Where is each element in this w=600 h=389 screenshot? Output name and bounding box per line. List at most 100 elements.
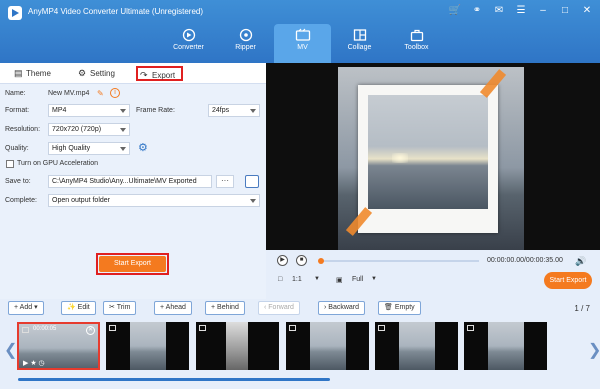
open-folder-icon[interactable] bbox=[245, 175, 259, 188]
tab-setting[interactable]: ⚙ Setting bbox=[76, 66, 115, 81]
quality-value: High Quality bbox=[52, 145, 91, 152]
nav-collage-label: Collage bbox=[347, 44, 372, 51]
menu-icon[interactable]: ☰ bbox=[514, 4, 528, 18]
frame-rate-select[interactable]: 24fps bbox=[208, 104, 260, 117]
settings-tabs: ▤ Theme ⚙ Setting ↷ Export bbox=[0, 63, 266, 84]
nav-toolbox-label: Toolbox bbox=[404, 44, 429, 51]
save-to-field[interactable]: C:\AnyMP4 Studio\Any...Ultimate\MV Expor… bbox=[48, 175, 212, 188]
converter-icon bbox=[182, 28, 195, 42]
add-button[interactable]: + Add ▾ bbox=[8, 301, 44, 315]
tab-export[interactable]: ↷ Export bbox=[136, 66, 184, 81]
clip-thumbnail[interactable] bbox=[196, 322, 279, 370]
player-start-export-button[interactable]: Start Export bbox=[544, 272, 592, 289]
sun-glare bbox=[392, 153, 408, 163]
name-value[interactable]: New MV.mp4 bbox=[48, 90, 89, 97]
image-icon bbox=[109, 325, 116, 331]
complete-select[interactable]: Open output folder bbox=[48, 194, 260, 207]
clip-image bbox=[130, 322, 166, 370]
scroll-left-icon[interactable]: ❮ bbox=[4, 340, 17, 360]
nav-toolbox[interactable]: Toolbox bbox=[388, 24, 445, 63]
save-to-value: C:\AnyMP4 Studio\Any...Ultimate\MV Expor… bbox=[52, 178, 197, 185]
nav-mv[interactable]: MV bbox=[274, 24, 331, 63]
complete-value: Open output folder bbox=[52, 197, 110, 204]
quality-select[interactable]: High Quality bbox=[48, 142, 130, 155]
app-logo-icon bbox=[8, 6, 22, 20]
trim-button[interactable]: ✂ Trim bbox=[103, 301, 137, 315]
filmstrip: ❮ 00:00:05 ✕ ▶ ★ ◷ ❯ bbox=[0, 318, 600, 389]
clip-actions[interactable]: ▶ ★ ◷ bbox=[23, 359, 45, 367]
chevron-down-icon[interactable]: ▼ bbox=[371, 276, 377, 282]
nav-converter[interactable]: Converter bbox=[160, 24, 217, 63]
resolution-select[interactable]: 720x720 (720p) bbox=[48, 123, 130, 136]
page-indicator: 1 / 7 bbox=[574, 304, 590, 313]
clip-image bbox=[310, 322, 346, 370]
start-export-button[interactable]: Start Export bbox=[99, 256, 166, 272]
save-to-label: Save to: bbox=[5, 178, 31, 185]
play-icon[interactable]: ▶ bbox=[277, 255, 288, 266]
frame-rate-value: 24fps bbox=[212, 107, 230, 114]
nav-ripper[interactable]: Ripper bbox=[217, 24, 274, 63]
behind-button[interactable]: + Behind bbox=[205, 301, 245, 315]
filmstrip-scrollbar[interactable] bbox=[18, 378, 330, 381]
aspect-icon: □ bbox=[278, 276, 283, 283]
browse-button[interactable]: ··· bbox=[216, 175, 234, 188]
title-bar: AnyMP4 Video Converter Ultimate (Unregis… bbox=[0, 0, 600, 63]
quality-settings-gear-icon[interactable]: ⚙ bbox=[138, 141, 148, 154]
stop-icon[interactable]: ■ bbox=[296, 255, 307, 266]
chat-icon[interactable]: ✉ bbox=[492, 4, 506, 18]
tab-export-label: Export bbox=[152, 71, 176, 80]
clip-thumbnail[interactable] bbox=[286, 322, 369, 370]
theme-icon: ▤ bbox=[14, 68, 23, 78]
close-icon[interactable]: ✕ bbox=[86, 326, 95, 335]
image-icon bbox=[289, 325, 296, 331]
clip-thumbnail[interactable]: 00:00:05 ✕ ▶ ★ ◷ bbox=[17, 322, 100, 370]
format-value: MP4 bbox=[52, 107, 67, 114]
image-icon bbox=[378, 325, 385, 331]
clip-thumbnail[interactable] bbox=[464, 322, 547, 370]
disc-icon bbox=[239, 28, 252, 42]
nav-collage[interactable]: Collage bbox=[331, 24, 388, 63]
edit-label: Edit bbox=[77, 304, 90, 311]
clip-duration: 00:00:05 bbox=[33, 326, 57, 332]
ahead-label: Ahead bbox=[165, 304, 186, 311]
tab-setting-label: Setting bbox=[90, 69, 115, 78]
ahead-button[interactable]: + Ahead bbox=[154, 301, 192, 315]
chevron-down-icon[interactable]: ▼ bbox=[314, 276, 320, 282]
progress-track[interactable] bbox=[319, 260, 479, 262]
edit-name-icon[interactable]: ✎ bbox=[97, 89, 104, 98]
info-icon[interactable]: i bbox=[110, 88, 120, 98]
gpu-checkbox[interactable] bbox=[6, 160, 14, 168]
export-settings-panel: ▤ Theme ⚙ Setting ↷ Export Name: New MV.… bbox=[0, 63, 266, 299]
empty-button[interactable]: 🗑 Empty bbox=[378, 301, 421, 315]
volume-icon[interactable]: 🔊 bbox=[575, 256, 586, 267]
close-icon[interactable]: ✕ bbox=[580, 4, 594, 18]
mv-icon bbox=[295, 28, 310, 41]
clip-thumbnail[interactable] bbox=[106, 322, 189, 370]
frame-rate-label: Frame Rate: bbox=[136, 107, 175, 114]
photo-frame bbox=[358, 85, 498, 233]
clip-thumbnail[interactable] bbox=[375, 322, 458, 370]
gpu-label: Turn on GPU Acceleration bbox=[17, 160, 99, 167]
minimize-icon[interactable]: – bbox=[536, 4, 550, 18]
quality-label: Quality: bbox=[5, 145, 29, 152]
backward-button[interactable]: › Backward bbox=[318, 301, 366, 315]
scroll-right-icon[interactable]: ❯ bbox=[588, 340, 600, 360]
nav-ripper-label: Ripper bbox=[235, 44, 256, 51]
aspect-ratio-value[interactable]: 1:1 bbox=[292, 276, 302, 283]
format-select[interactable]: MP4 bbox=[48, 104, 130, 117]
key-icon[interactable]: ⚭ bbox=[470, 4, 484, 18]
trim-label: Trim bbox=[116, 304, 131, 311]
video-preview bbox=[266, 63, 600, 250]
forward-button[interactable]: ‹ Forward bbox=[258, 301, 300, 315]
progress-handle[interactable] bbox=[318, 258, 324, 264]
zoom-value[interactable]: Full bbox=[352, 276, 363, 283]
setting-icon: ⚙ bbox=[78, 68, 87, 78]
name-label: Name: bbox=[5, 90, 26, 97]
cart-icon[interactable]: 🛒 bbox=[448, 4, 462, 18]
edit-button[interactable]: ✨ Edit bbox=[61, 301, 96, 315]
resolution-value: 720x720 (720p) bbox=[52, 126, 102, 133]
preview-image bbox=[338, 67, 524, 250]
tab-theme[interactable]: ▤ Theme bbox=[12, 66, 51, 81]
maximize-icon[interactable]: □ bbox=[558, 4, 572, 18]
photo bbox=[368, 95, 488, 209]
